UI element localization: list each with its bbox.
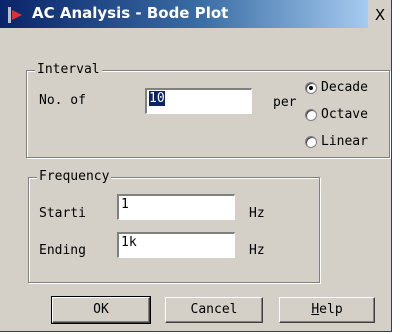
radio-linear[interactable]: Linear [305,134,368,149]
cancel-button[interactable]: Cancel [165,297,263,323]
radio-linear-dot [305,135,317,148]
no-of-label: No. of [39,93,86,108]
per-label: per [273,95,297,110]
app-icon [8,7,22,23]
frequency-group: Frequency [28,169,320,283]
interval-legend: Interval [35,62,102,77]
ending-label: Ending [39,243,86,258]
frequency-legend: Frequency [37,169,112,184]
help-accelerator: H [311,302,320,317]
starting-label: Starti [39,206,86,221]
radio-decade-dot [305,81,317,94]
starting-unit: Hz [249,206,265,221]
radio-decade-label: Decade [321,80,368,95]
starting-value: 1 [121,197,129,212]
bode-plot-dialog: AC Analysis - Bode Plot X Interval No. o… [0,0,392,332]
radio-linear-label: Linear [321,134,368,149]
window-title: AC Analysis - Bode Plot [32,4,229,22]
ending-input[interactable]: 1k [117,232,235,258]
no-of-input[interactable]: 10 [145,88,252,114]
radio-octave-label: Octave [321,107,368,122]
ending-value: 1k [121,235,137,250]
help-label-rest: elp [319,302,343,317]
starting-input[interactable]: 1 [117,194,235,220]
radio-octave-dot [305,108,317,121]
radio-decade[interactable]: Decade [305,80,368,95]
ending-unit: Hz [249,243,265,258]
ok-button[interactable]: OK [51,296,151,324]
radio-octave[interactable]: Octave [305,107,368,122]
title-bar[interactable]: AC Analysis - Bode Plot X [0,0,391,28]
help-button[interactable]: Help [279,297,375,323]
close-button[interactable]: X [371,7,389,25]
no-of-value: 10 [149,91,165,106]
